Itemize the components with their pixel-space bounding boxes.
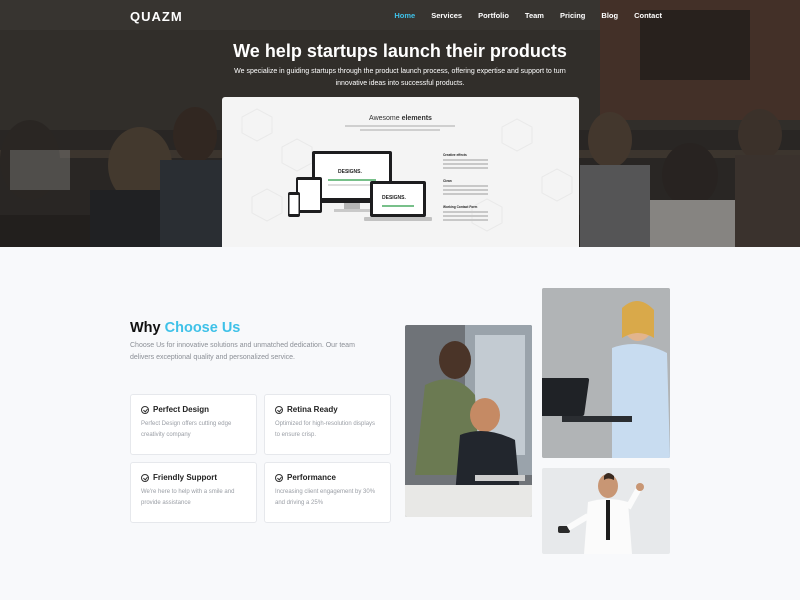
showcase-title: Awesome elements [222,115,579,122]
nav-link-team[interactable]: Team [525,11,544,20]
feature-card-perfect-design: Perfect Design Perfect Design offers cut… [130,394,257,455]
card-title: Friendly Support [153,473,217,482]
product-showcase-image: Awesome elements DESIGNS. DESIGNS. Creat… [222,97,579,247]
team-collaboration-photo [405,325,532,517]
showcase-title-plain: Awesome [369,115,400,122]
check-circle-icon [275,405,283,414]
card-text: Increasing client engagement by 30% and … [275,489,376,506]
card-text: We're here to help with a smile and prov… [141,489,235,506]
showcase-feature-3: Working Contact Form [443,205,488,221]
hero-section: QUAZM Home Services Portfolio Team Prici… [0,0,800,247]
card-title: Performance [287,473,336,482]
brand-logo[interactable]: QUAZM [130,9,183,24]
card-text: Optimized for high-resolution displays t… [275,421,376,438]
showcase-title-bold: elements [401,115,432,122]
hero-title: We help startups launch their products [233,41,567,61]
feature-title: Creative effects [443,153,467,157]
top-navigation: QUAZM Home Services Portfolio Team Prici… [0,0,800,32]
showcase-feature-1: Creative effects [443,153,488,169]
card-text: Perfect Design offers cutting edge creat… [141,421,232,438]
nav-link-home[interactable]: Home [394,11,415,20]
feature-card-retina-ready: Retina Ready Optimized for high-resoluti… [264,394,391,455]
check-circle-icon [141,473,149,482]
check-circle-icon [275,473,283,482]
card-title: Perfect Design [153,405,210,414]
feature-card-performance: Performance Increasing client engagement… [264,462,391,523]
nav-menu: Home Services Portfolio Team Pricing Blo… [394,11,662,20]
nav-link-services[interactable]: Services [431,11,462,20]
nav-link-pricing[interactable]: Pricing [560,11,585,20]
hero-subtitle: We specialize in guiding startups throug… [234,68,566,87]
businessman-celebrating-photo [542,468,670,554]
nav-link-contact[interactable]: Contact [634,11,662,20]
woman-with-laptop-photo [542,288,670,458]
showcase-feature-2: Clean [443,179,488,195]
feature-title: Working Contact Form [443,205,478,209]
title-plain: Why [130,320,161,336]
check-circle-icon [141,405,149,414]
feature-card-friendly-support: Friendly Support We're here to help with… [130,462,257,523]
nav-link-portfolio[interactable]: Portfolio [478,11,509,20]
card-title: Retina Ready [287,405,338,414]
monitor-screen-text: DESIGNS. [338,169,362,175]
showcase-description-lines [345,125,455,131]
devices-illustration [288,151,432,221]
feature-title: Clean [443,179,452,183]
title-accent: Choose Us [164,320,241,336]
why-choose-us-description: Choose Us for innovative solutions and u… [130,342,355,361]
why-choose-us-title: Why Choose Us [130,320,240,336]
nav-link-blog[interactable]: Blog [601,11,618,20]
laptop-screen-text: DESIGNS. [382,195,406,201]
